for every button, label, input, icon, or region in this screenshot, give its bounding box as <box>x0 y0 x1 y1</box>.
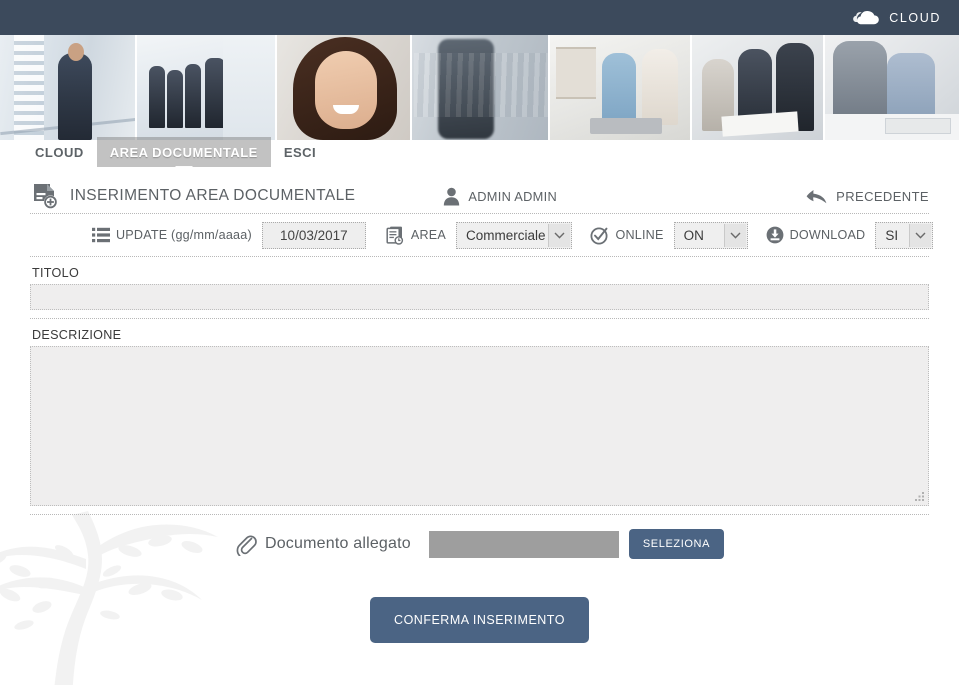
chevron-down-icon <box>548 223 571 247</box>
paperclip-icon <box>236 535 257 556</box>
back-label: PRECEDENTE <box>836 188 929 204</box>
chevron-down-icon <box>723 223 746 247</box>
list-icon <box>92 227 110 243</box>
banner-image <box>550 35 692 140</box>
form-toolbar: UPDATE (gg/mm/aaaa) 10/03/2017 AREA Comm… <box>30 214 934 256</box>
confirm-insert-button[interactable]: CONFERMA INSERIMENTO <box>370 597 589 643</box>
descrizione-field-group: DESCRIZIONE <box>30 319 929 514</box>
titolo-label: TITOLO <box>32 266 80 280</box>
resize-grip-icon[interactable] <box>915 492 926 503</box>
cloud-icon <box>853 10 880 24</box>
titolo-field-group: TITOLO <box>30 257 929 318</box>
submit-row: CONFERMA INSERIMENTO <box>30 573 929 643</box>
top-bar: CLOUD <box>0 0 959 35</box>
banner-image <box>277 35 412 140</box>
banner-image <box>825 35 959 140</box>
document-add-icon <box>34 184 58 209</box>
update-date-input[interactable]: 10/03/2017 <box>261 221 366 249</box>
attachment-label: Documento allegato <box>264 535 411 552</box>
brand-logo: CLOUD <box>851 0 941 35</box>
user-name: ADMIN ADMIN <box>468 188 557 204</box>
user-icon <box>444 187 460 205</box>
area-field-group: AREA Commerciale <box>386 221 591 249</box>
banner-image <box>692 35 825 140</box>
main-navigation: CLOUD AREA DOCUMENTALE ESCI <box>0 137 959 167</box>
attachment-row: Documento allegato SELEZIONA <box>30 515 929 573</box>
banner-image <box>0 35 137 140</box>
back-button[interactable]: PRECEDENTE <box>806 189 929 204</box>
chevron-down-icon <box>909 223 932 247</box>
online-field-group: ONLINE ON <box>590 221 765 249</box>
online-label: ONLINE <box>615 228 664 242</box>
back-arrow-icon <box>806 189 827 203</box>
tab-label: ESCI <box>283 144 317 160</box>
download-field-group: DOWNLOAD SI <box>766 221 952 249</box>
update-field-group: UPDATE (gg/mm/aaaa) 10/03/2017 <box>92 221 386 249</box>
page-title: INSERIMENTO AREA DOCUMENTALE <box>70 187 356 204</box>
online-select-value: ON <box>683 227 704 243</box>
document-clock-icon <box>386 226 403 245</box>
area-select[interactable]: Commerciale <box>455 221 573 249</box>
online-select[interactable]: ON <box>673 221 748 249</box>
tab-label: AREA DOCUMENTALE <box>109 144 258 160</box>
area-select-value: Commerciale <box>465 227 546 243</box>
brand-label: CLOUD <box>889 10 941 25</box>
area-label: AREA <box>410 228 446 242</box>
check-circle-icon <box>590 227 608 244</box>
banner-image <box>412 35 550 140</box>
attachment-filename-field[interactable] <box>428 530 619 558</box>
app-root: CLOUD CLOUD AREA DOCUMENTALE ESCI INSERI… <box>0 0 959 685</box>
tab-esci[interactable]: ESCI <box>271 137 329 167</box>
download-circle-icon <box>766 226 783 244</box>
descrizione-textarea[interactable] <box>30 346 929 506</box>
download-select-value: SI <box>885 227 899 243</box>
tab-cloud[interactable]: CLOUD <box>22 137 97 167</box>
tab-area-documentale[interactable]: AREA DOCUMENTALE <box>96 137 271 167</box>
download-select[interactable]: SI <box>875 221 934 249</box>
banner-photo-strip <box>0 35 959 140</box>
titolo-input[interactable] <box>30 284 929 310</box>
banner-image <box>137 35 277 140</box>
page-header: INSERIMENTO AREA DOCUMENTALE ADMIN ADMIN… <box>30 167 929 213</box>
tab-label: CLOUD <box>35 144 84 160</box>
update-label: UPDATE (gg/mm/aaaa) <box>116 228 252 242</box>
descrizione-label: DESCRIZIONE <box>32 328 122 342</box>
user-info: ADMIN ADMIN <box>443 187 557 206</box>
download-label: DOWNLOAD <box>789 228 866 242</box>
select-file-button[interactable]: SELEZIONA <box>628 529 725 559</box>
page-body: INSERIMENTO AREA DOCUMENTALE ADMIN ADMIN… <box>0 167 959 685</box>
